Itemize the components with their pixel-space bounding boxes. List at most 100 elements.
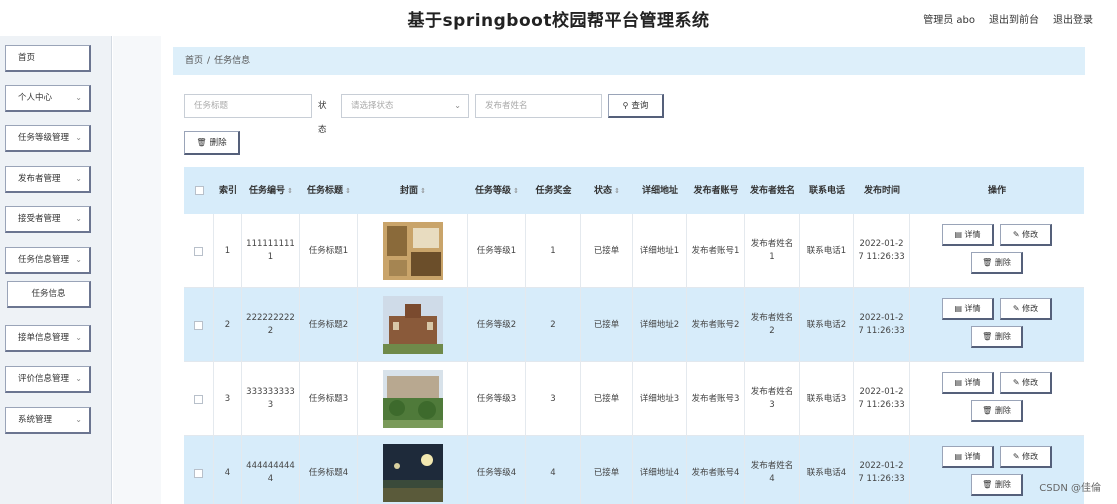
- header-cover[interactable]: 封面 ⇕: [358, 167, 468, 214]
- sort-icon[interactable]: ⇕: [614, 185, 620, 197]
- exit-to-front-link[interactable]: 退出到前台: [989, 11, 1039, 26]
- checkbox[interactable]: [194, 394, 203, 404]
- header-account: 发布者账号: [687, 167, 745, 214]
- row-select-cell[interactable]: [184, 436, 214, 504]
- cell-text: 任务标题1: [308, 245, 349, 256]
- chevron-down-icon: ⌄: [75, 415, 82, 424]
- delete-button[interactable]: 🗑 删除: [971, 400, 1023, 422]
- checkbox[interactable]: [194, 186, 204, 195]
- row-select-cell[interactable]: [184, 288, 214, 362]
- checkbox[interactable]: [194, 320, 203, 330]
- sidebar-item-home[interactable]: 首页: [5, 45, 91, 72]
- cell-account: 发布者账号2: [687, 288, 745, 362]
- cell-phone: 联系电话2: [800, 288, 854, 362]
- cell-status: 已接单: [581, 436, 633, 504]
- status-select-placeholder: 请选择状态: [351, 101, 394, 111]
- sort-icon[interactable]: ⇕: [420, 185, 426, 197]
- cover-cell: [358, 362, 468, 436]
- night-field-image: [382, 444, 443, 502]
- main-area: 首页 / 任务信息 任务标题 状态 请选择状态 ⌄ 发布者姓名 ⚲ 查询 🗑 删除 索引…: [113, 36, 1117, 504]
- bulk-delete-button[interactable]: 🗑 删除: [184, 131, 240, 155]
- cover-cell: [358, 436, 468, 504]
- header-title[interactable]: 任务标题 ⇕: [300, 167, 358, 214]
- header-status[interactable]: 状态 ⇕: [581, 167, 633, 214]
- cell-text: 发布者账号1: [691, 245, 740, 256]
- row-select-cell[interactable]: [184, 362, 214, 436]
- breadcrumb-home[interactable]: 首页: [185, 56, 203, 66]
- sort-icon[interactable]: ⇕: [287, 185, 293, 197]
- detail-button[interactable]: ▤ 详情: [942, 224, 994, 246]
- status-select[interactable]: 请选择状态 ⌄: [341, 94, 469, 118]
- sidebar-item-system[interactable]: 系统管理 ⌄: [5, 407, 91, 434]
- detail-button[interactable]: ▤ 详情: [942, 372, 994, 394]
- cell-time: 2022-01-27 11:26:33: [854, 362, 910, 436]
- cell-task-no: 1111111111: [242, 214, 300, 288]
- cell-text: 已接单: [593, 245, 620, 256]
- cell-level: 任务等级4: [468, 436, 526, 504]
- bulk-delete-label: 删除: [209, 138, 227, 148]
- detail-icon: ▤: [954, 452, 965, 461]
- cell-text: 任务等级3: [476, 393, 517, 404]
- cell-account: 发布者账号1: [687, 214, 745, 288]
- header-label: 操作: [987, 185, 1006, 196]
- query-button[interactable]: ⚲ 查询: [608, 94, 664, 118]
- header-level[interactable]: 任务等级 ⇕: [468, 167, 526, 214]
- delete-label: 删除: [994, 480, 1011, 489]
- row-operations: ▤ 详情 ✎ 修改 🗑 删除: [910, 372, 1084, 428]
- header-label: 任务等级: [475, 185, 512, 196]
- detail-button[interactable]: ▤ 详情: [942, 446, 994, 468]
- sort-icon[interactable]: ⇕: [345, 185, 351, 197]
- header-select-all[interactable]: [184, 167, 214, 214]
- sidebar-item-label: 任务信息管理: [18, 255, 70, 265]
- delete-button[interactable]: 🗑 删除: [971, 326, 1023, 348]
- sidebar-item-order-manage[interactable]: 接单信息管理 ⌄: [5, 325, 91, 352]
- delete-button[interactable]: 🗑 删除: [971, 474, 1023, 496]
- header-label: 任务编号: [249, 185, 286, 196]
- cell-phone: 联系电话4: [800, 436, 854, 504]
- row-select-cell[interactable]: [184, 214, 214, 288]
- delete-button[interactable]: 🗑 删除: [971, 252, 1023, 274]
- sidebar-item-publisher[interactable]: 发布者管理 ⌄: [5, 166, 91, 193]
- sidebar-item-task-info-manage[interactable]: 任务信息管理 ⌄: [5, 247, 91, 274]
- breadcrumb: 首页 / 任务信息: [173, 47, 1085, 75]
- detail-label: 详情: [964, 452, 981, 461]
- cell-text: 详细地址3: [639, 393, 680, 404]
- cell-text: 发布者账号4: [691, 467, 740, 478]
- cell-index: 1: [214, 214, 242, 288]
- header-user-area: 管理员 abo 退出到前台 退出登录: [923, 11, 1093, 26]
- task-title-input[interactable]: 任务标题: [184, 94, 312, 118]
- cell-index: 3: [214, 362, 242, 436]
- cell-text: 联系电话3: [806, 393, 847, 404]
- cell-bonus: 3: [526, 362, 581, 436]
- logout-link[interactable]: 退出登录: [1053, 11, 1093, 26]
- sort-icon[interactable]: ⇕: [513, 185, 519, 197]
- header-name: 发布者姓名: [745, 167, 800, 214]
- cell-text: 发布者账号3: [691, 393, 740, 404]
- edit-button[interactable]: ✎ 修改: [1000, 224, 1052, 246]
- sidebar-item-task-level[interactable]: 任务等级管理 ⌄: [5, 125, 91, 152]
- sidebar-item-label: 个人中心: [18, 93, 53, 103]
- sidebar: 首页 个人中心 ⌄ 任务等级管理 ⌄ 发布者管理 ⌄ 接受者管理 ⌄ 任务信息管理 ⌄ 任…: [0, 36, 112, 504]
- detail-button[interactable]: ▤ 详情: [942, 298, 994, 320]
- edit-button[interactable]: ✎ 修改: [1000, 446, 1052, 468]
- cell-task-no: 2222222222: [242, 288, 300, 362]
- edit-button[interactable]: ✎ 修改: [1000, 372, 1052, 394]
- row-operations: ▤ 详情 ✎ 修改 🗑 删除: [910, 224, 1084, 280]
- edit-button[interactable]: ✎ 修改: [1000, 298, 1052, 320]
- header-task-no[interactable]: 任务编号 ⇕: [242, 167, 300, 214]
- cell-bonus: 4: [526, 436, 581, 504]
- checkbox[interactable]: [194, 468, 203, 478]
- cell-text: 发布者姓名2: [750, 313, 794, 336]
- publisher-name-input[interactable]: 发布者姓名: [475, 94, 602, 118]
- chevron-down-icon: ⌄: [75, 333, 82, 342]
- detail-label: 详情: [964, 230, 981, 239]
- sidebar-item-receiver[interactable]: 接受者管理 ⌄: [5, 206, 91, 233]
- cell-status: 已接单: [581, 214, 633, 288]
- sidebar-subitem-task-info[interactable]: 任务信息: [7, 281, 91, 308]
- sidebar-item-personal-center[interactable]: 个人中心 ⌄: [5, 85, 91, 112]
- cell-account: 发布者账号4: [687, 436, 745, 504]
- checkbox[interactable]: [194, 246, 203, 256]
- trash-icon: 🗑: [982, 332, 995, 341]
- cell-task-no: 4444444444: [242, 436, 300, 504]
- sidebar-item-review-manage[interactable]: 评价信息管理 ⌄: [5, 366, 91, 393]
